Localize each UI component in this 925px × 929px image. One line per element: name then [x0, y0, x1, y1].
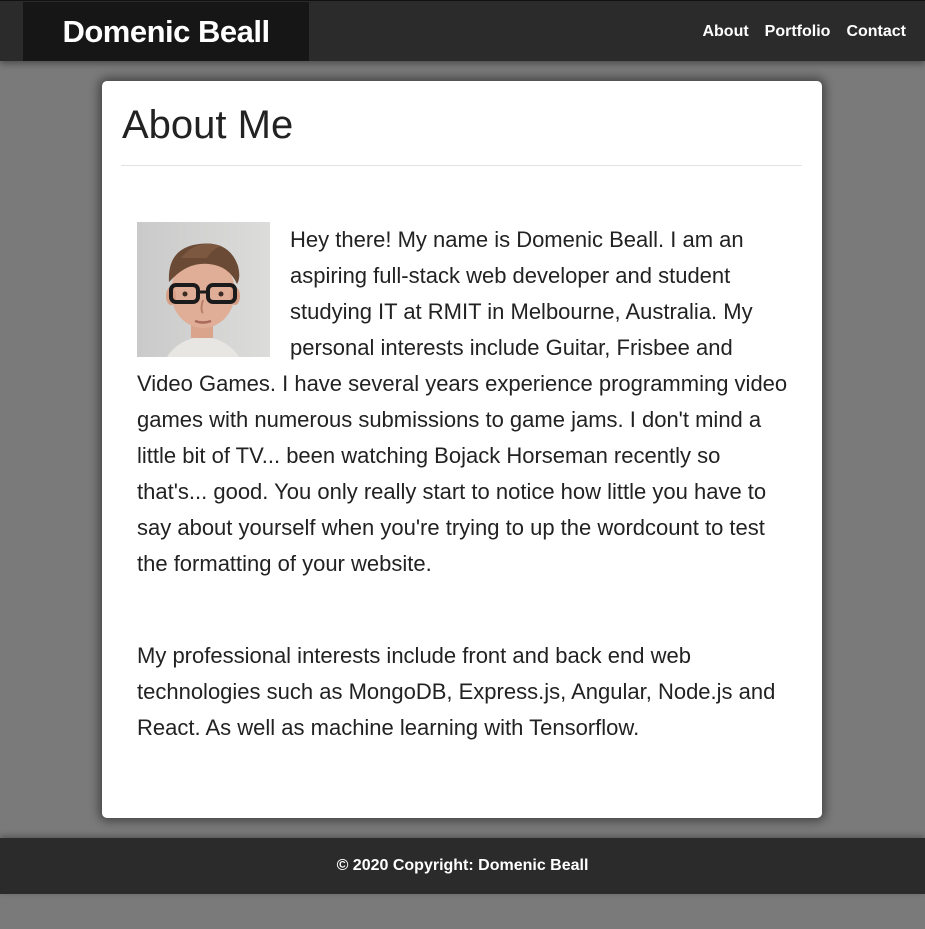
navbar: Domenic Beall About Portfolio Contact — [0, 0, 925, 61]
profile-photo — [137, 222, 270, 357]
title-divider — [121, 165, 802, 166]
page-title: About Me — [122, 103, 294, 147]
about-content: Hey there! My name is Domenic Beall. I a… — [137, 222, 791, 746]
nav-link-portfolio[interactable]: Portfolio — [765, 23, 831, 41]
about-paragraph-professional: My professional interests include front … — [137, 643, 776, 740]
nav-links: About Portfolio Contact — [686, 1, 906, 62]
nav-link-contact[interactable]: Contact — [846, 23, 906, 41]
footer: © 2020 Copyright: Domenic Beall — [0, 838, 925, 894]
about-card: About Me Hey there! My name is Domenic B… — [102, 81, 822, 818]
brand-logo-link[interactable]: Domenic Beall — [23, 2, 309, 61]
nav-link-about[interactable]: About — [702, 23, 748, 41]
footer-copyright: © 2020 Copyright: Domenic Beall — [336, 857, 589, 874]
